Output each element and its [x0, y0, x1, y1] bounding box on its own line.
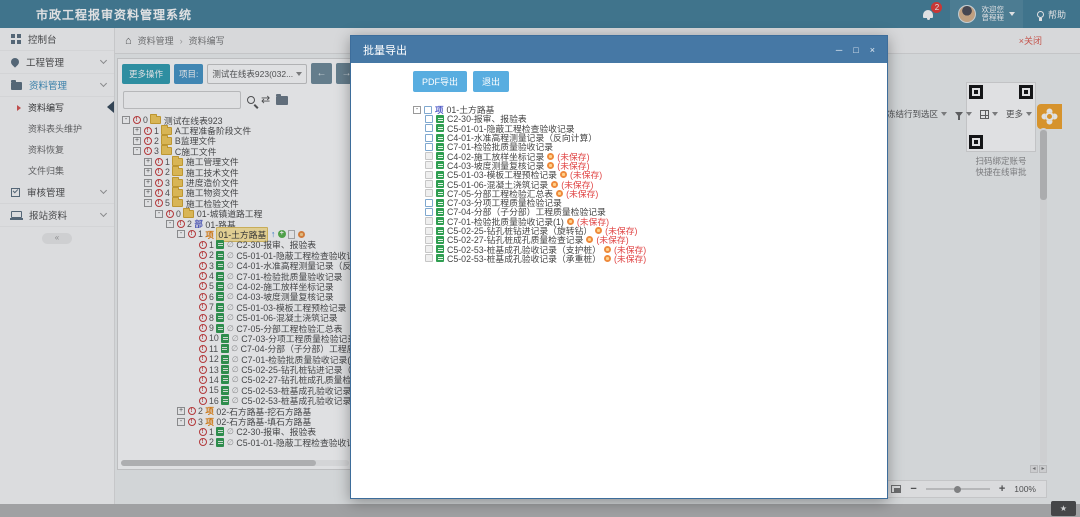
- batch-export-modal: 批量导出 ─ □ × PDF导出 退出 - 项 01-土方路基 C2-30-报审…: [350, 35, 888, 499]
- unsaved-badge: (未保存): [566, 187, 598, 200]
- item-checkbox[interactable]: [425, 143, 433, 151]
- close-icon[interactable]: ×: [870, 45, 875, 55]
- item-checkbox[interactable]: [425, 171, 433, 179]
- item-checkbox[interactable]: [425, 189, 433, 197]
- item-checkbox[interactable]: [425, 227, 433, 235]
- collapse-toggle-icon[interactable]: -: [413, 106, 421, 114]
- item-checkbox[interactable]: [425, 254, 433, 262]
- root-checkbox[interactable]: [424, 106, 432, 114]
- document-icon: [436, 254, 444, 262]
- maximize-icon[interactable]: □: [853, 45, 858, 55]
- flower-icon: [547, 153, 554, 160]
- item-checkbox[interactable]: [425, 217, 433, 225]
- document-icon: [436, 245, 444, 253]
- document-icon: [436, 236, 444, 244]
- document-icon: [436, 208, 444, 216]
- document-icon: [436, 217, 444, 225]
- item-checkbox[interactable]: [425, 134, 433, 142]
- item-checkbox[interactable]: [425, 199, 433, 207]
- document-icon: [436, 189, 444, 197]
- unsaved-badge: (未保存): [614, 252, 646, 265]
- item-checkbox[interactable]: [425, 208, 433, 216]
- document-icon: [436, 227, 444, 235]
- node-badge: 项: [435, 104, 444, 116]
- flower-icon: [604, 255, 611, 262]
- document-icon: [436, 134, 444, 142]
- export-tree: - 项 01-土方路基 C2-30-报审、报验表C5-01-01-隐蔽工程检查验…: [413, 105, 887, 263]
- export-items: C2-30-报审、报验表C5-01-01-隐蔽工程检查验收记录C4-01-水准高…: [413, 114, 887, 263]
- modal-header[interactable]: 批量导出 ─ □ ×: [351, 36, 887, 63]
- document-icon: [436, 143, 444, 151]
- item-checkbox[interactable]: [425, 245, 433, 253]
- exit-button[interactable]: 退出: [473, 71, 509, 92]
- document-icon: [436, 152, 444, 160]
- pdf-export-button[interactable]: PDF导出: [413, 71, 467, 92]
- flower-icon: [604, 246, 611, 253]
- item-checkbox[interactable]: [425, 180, 433, 188]
- document-icon: [436, 161, 444, 169]
- document-icon: [436, 124, 444, 132]
- document-icon: [436, 180, 444, 188]
- item-checkbox[interactable]: [425, 115, 433, 123]
- item-checkbox[interactable]: [425, 161, 433, 169]
- item-checkbox[interactable]: [425, 124, 433, 132]
- modal-title: 批量导出: [363, 42, 407, 58]
- item-label: C5-02-53-桩基成孔验收记录（承重桩）: [447, 252, 601, 265]
- export-item[interactable]: C5-02-53-桩基成孔验收记录（承重桩） (未保存): [425, 254, 887, 263]
- document-icon: [436, 171, 444, 179]
- document-icon: [436, 199, 444, 207]
- item-checkbox[interactable]: [425, 152, 433, 160]
- minimize-icon[interactable]: ─: [836, 45, 842, 55]
- item-checkbox[interactable]: [425, 236, 433, 244]
- document-icon: [436, 115, 444, 123]
